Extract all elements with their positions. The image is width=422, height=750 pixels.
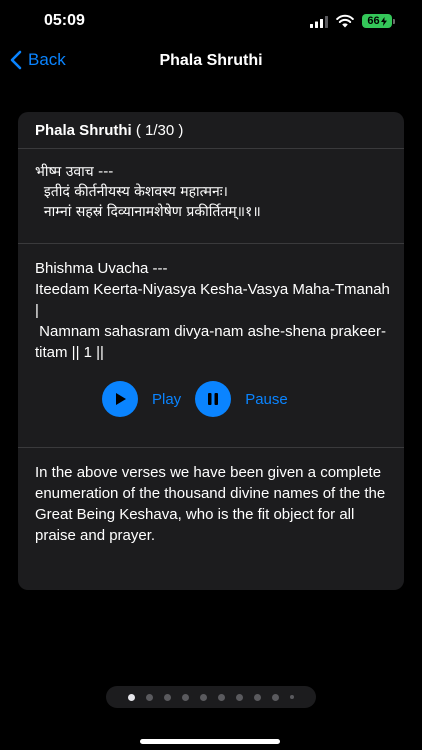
- pause-label: Pause: [245, 390, 288, 408]
- battery-icon: 66: [362, 14, 392, 28]
- verse-counter: ( 1/30 ): [135, 122, 184, 139]
- verse-description: In the above verses we have been given a…: [35, 464, 386, 544]
- page-dot[interactable]: [200, 693, 207, 701]
- navigation-bar: Back Phala Shruthi: [0, 44, 422, 80]
- status-bar: 05:09 66: [0, 0, 422, 44]
- page-dot[interactable]: [236, 693, 243, 701]
- cellular-signal-icon: [310, 16, 328, 28]
- play-label: Play: [152, 390, 182, 408]
- pause-icon: [195, 381, 232, 417]
- page-dot[interactable]: [218, 693, 225, 701]
- page-indicator[interactable]: [106, 686, 316, 708]
- page-dot[interactable]: [272, 693, 279, 701]
- page-dot[interactable]: [182, 693, 189, 701]
- charging-bolt-icon: [380, 16, 387, 26]
- page-dot[interactable]: [146, 693, 153, 701]
- page-dot[interactable]: [290, 695, 294, 699]
- page-title: Phala Shruthi: [159, 52, 263, 69]
- verse-card: Phala Shruthi ( 1/30 ) भीष्म उवाच --- इत…: [18, 112, 404, 590]
- pause-button[interactable]: Pause: [195, 381, 288, 417]
- header-divider: [18, 148, 404, 149]
- sanskrit-verse: भीष्म उवाच --- इतीदं कीर्तनीयस्य केशवस्य…: [35, 164, 261, 220]
- page-dot[interactable]: [164, 693, 171, 701]
- play-button[interactable]: Play: [102, 381, 181, 417]
- transliteration: Bhishma Uvacha --- Iteedam Keerta-Niyasy…: [35, 260, 390, 361]
- page-dot[interactable]: [254, 693, 261, 701]
- verse-divider: [18, 243, 404, 244]
- play-icon: [102, 381, 138, 417]
- battery-level: 66: [367, 15, 380, 27]
- page-dot[interactable]: [128, 693, 135, 701]
- battery-cap: [393, 19, 395, 24]
- card-header: Phala Shruthi ( 1/30 ): [35, 122, 183, 139]
- status-time: 05:09: [44, 12, 85, 29]
- wifi-icon: [336, 14, 354, 28]
- controls-divider: [18, 447, 404, 448]
- card-title: Phala Shruthi: [35, 122, 132, 139]
- audio-controls: Play Pause: [102, 381, 288, 417]
- home-indicator[interactable]: [140, 739, 280, 744]
